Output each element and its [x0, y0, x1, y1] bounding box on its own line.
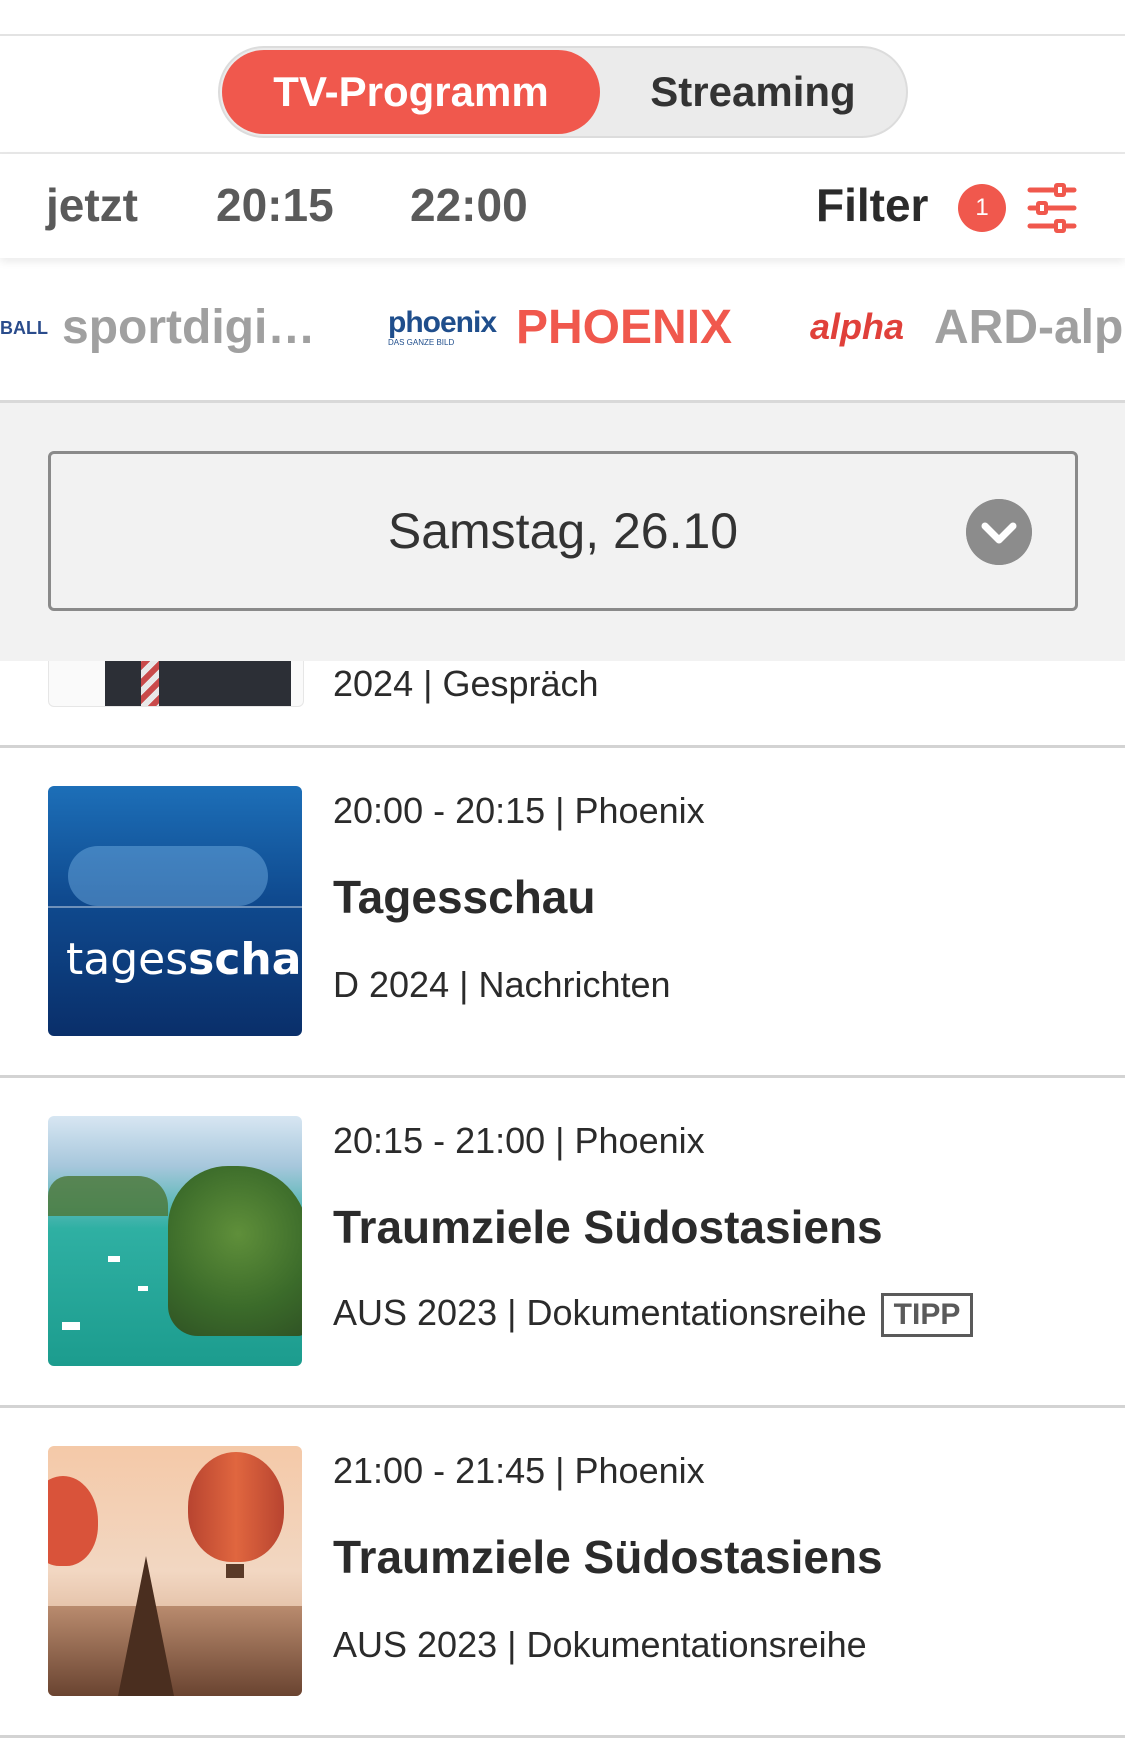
- filter-count-badge: 1: [958, 184, 1006, 232]
- date-value: Samstag, 26.10: [387, 503, 739, 559]
- time-2200-button[interactable]: 22:00: [410, 178, 528, 232]
- program-row[interactable]: 20:15 - 21:00 | Phoenix Traumziele Südos…: [0, 1078, 1125, 1408]
- tab-streaming[interactable]: Streaming: [600, 50, 906, 134]
- program-time: 21:00 - 21:45 | Phoenix: [333, 1450, 705, 1491]
- program-row[interactable]: 21:00 - 21:45 | Phoenix Traumziele Südos…: [0, 1408, 1125, 1738]
- channel-phoenix[interactable]: PHOENIX: [516, 300, 732, 355]
- filter-button[interactable]: Filter: [816, 178, 928, 232]
- program-meta: AUS 2023 | Dokumentationsreihe: [333, 1624, 867, 1665]
- phoenix-logo-text: phoenix: [388, 306, 497, 339]
- program-meta: AUS 2023 | Dokumentationsreihe: [333, 1292, 867, 1333]
- program-title: Traumziele Südostasiens: [333, 1531, 883, 1583]
- program-row[interactable]: tagesschau 20:00 - 20:15 | Phoenix Tages…: [0, 748, 1125, 1078]
- channel-ard-alpha[interactable]: ARD-alp: [934, 300, 1123, 355]
- program-time: 20:15 - 21:00 | Phoenix: [333, 1120, 705, 1161]
- program-thumbnail: [48, 1446, 302, 1696]
- program-title: Tagesschau: [333, 871, 596, 923]
- thumb-text-schau: schau: [188, 934, 302, 985]
- program-row[interactable]: 2024 | Gespräch: [0, 491, 1125, 748]
- tab-tv-programm[interactable]: TV-Programm: [222, 50, 600, 134]
- channel-logo-alpha[interactable]: alpha: [810, 306, 904, 348]
- channel-sportdigital[interactable]: sportdigi…: [62, 300, 315, 355]
- time-2015-button[interactable]: 20:15: [216, 178, 334, 232]
- channel-logo-phoenix[interactable]: phoenix DAS GANZE BILD: [388, 306, 497, 348]
- program-thumbnail: tagesschau: [48, 786, 302, 1036]
- time-now-button[interactable]: jetzt: [46, 178, 138, 232]
- top-bar-edge: [0, 0, 1125, 36]
- chevron-down-icon: [966, 499, 1032, 565]
- channel-logo-sportdigital[interactable]: BALL: [0, 318, 48, 339]
- program-meta: 2024 | Gespräch: [333, 663, 599, 704]
- date-dropdown[interactable]: Samstag, 26.10: [48, 451, 1078, 611]
- tipp-badge: TIPP: [880, 1293, 974, 1338]
- view-toggle: TV-Programm Streaming: [218, 46, 908, 138]
- phoenix-logo-subtitle: DAS GANZE BILD: [388, 338, 455, 347]
- sliders-icon[interactable]: [1026, 182, 1078, 234]
- program-meta-line: AUS 2023 | Dokumentationsreihe TIPP: [333, 1292, 974, 1338]
- program-time: 20:00 - 20:15 | Phoenix: [333, 790, 705, 831]
- program-thumbnail: [48, 1116, 302, 1366]
- channel-strip: BALL sportdigi… phoenix DAS GANZE BILD P…: [0, 258, 1125, 403]
- program-title: Traumziele Südostasiens: [333, 1201, 883, 1253]
- thumb-text-tages: tages: [66, 934, 189, 985]
- program-meta: D 2024 | Nachrichten: [333, 964, 671, 1005]
- time-filter-bar: jetzt 20:15 22:00 Filter: [0, 154, 1125, 258]
- date-selector-area: Samstag, 26.10: [0, 403, 1125, 661]
